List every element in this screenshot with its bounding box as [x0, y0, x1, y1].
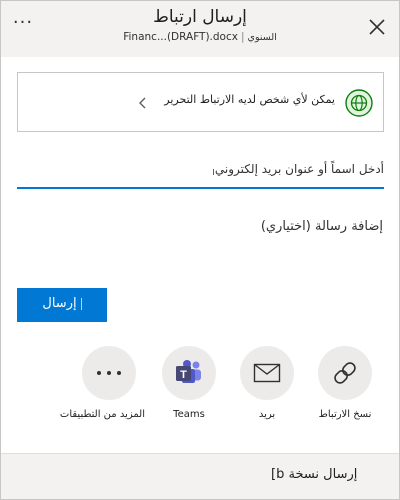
recipient-input[interactable]: أدخل اسماً أو عنوان بريد إلكتروني: [17, 151, 384, 189]
send-button[interactable]: إرسال: [17, 288, 107, 322]
link-icon: [334, 362, 356, 384]
send-copy-label: [b إرسال نسخة: [271, 467, 358, 482]
copy-link-label: نسخ الارتباط: [318, 409, 372, 420]
mail-icon: [253, 363, 281, 383]
send-button-label: إرسال: [42, 296, 77, 311]
more-icon: ···: [12, 12, 34, 33]
mail-option[interactable]: بريد: [231, 346, 303, 420]
file-info: Financ...(DRAFT).docx | السنوي: [61, 31, 339, 43]
file-name: Financ...(DRAFT).docx: [123, 31, 238, 43]
teams-icon: T: [176, 360, 201, 383]
more-apps-icon: [97, 371, 121, 375]
dialog-header: ··· إرسال ارتباط Financ...(DRAFT).docx | ا…: [1, 1, 399, 57]
more-apps-option[interactable]: المزيد من التطبيقات: [59, 346, 145, 420]
more-options-button[interactable]: ···: [9, 12, 37, 39]
link-permission-text: يمكن لأي شخص لديه الارتباط التحرير: [164, 93, 335, 106]
svg-text:T: T: [180, 369, 187, 381]
send-copy-button[interactable]: [b إرسال نسخة: [1, 453, 399, 499]
copy-link-option[interactable]: نسخ الارتباط: [309, 346, 381, 420]
send-link-dialog: ··· إرسال ارتباط Financ...(DRAFT).docx | ا…: [0, 0, 400, 500]
teams-option[interactable]: T Teams: [153, 346, 225, 420]
focus-bar: [80, 297, 82, 310]
chevron-left-icon: [139, 97, 146, 109]
globe-icon: [345, 89, 373, 117]
teams-label: Teams: [173, 409, 205, 420]
close-icon: [369, 19, 385, 35]
text-caret: [213, 169, 214, 175]
more-apps-label: المزيد من التطبيقات: [59, 409, 145, 420]
file-owner: السنوي: [247, 32, 277, 43]
mail-label: بريد: [258, 409, 276, 420]
message-input[interactable]: إضافة رسالة (اختياري): [261, 219, 383, 234]
separator: |: [240, 31, 245, 43]
dialog-title: إرسال ارتباط: [153, 7, 247, 27]
close-button[interactable]: [365, 15, 389, 39]
recipient-placeholder: أدخل اسماً أو عنوان بريد إلكتروني: [214, 162, 384, 176]
link-settings-button[interactable]: يمكن لأي شخص لديه الارتباط التحرير: [17, 72, 384, 132]
